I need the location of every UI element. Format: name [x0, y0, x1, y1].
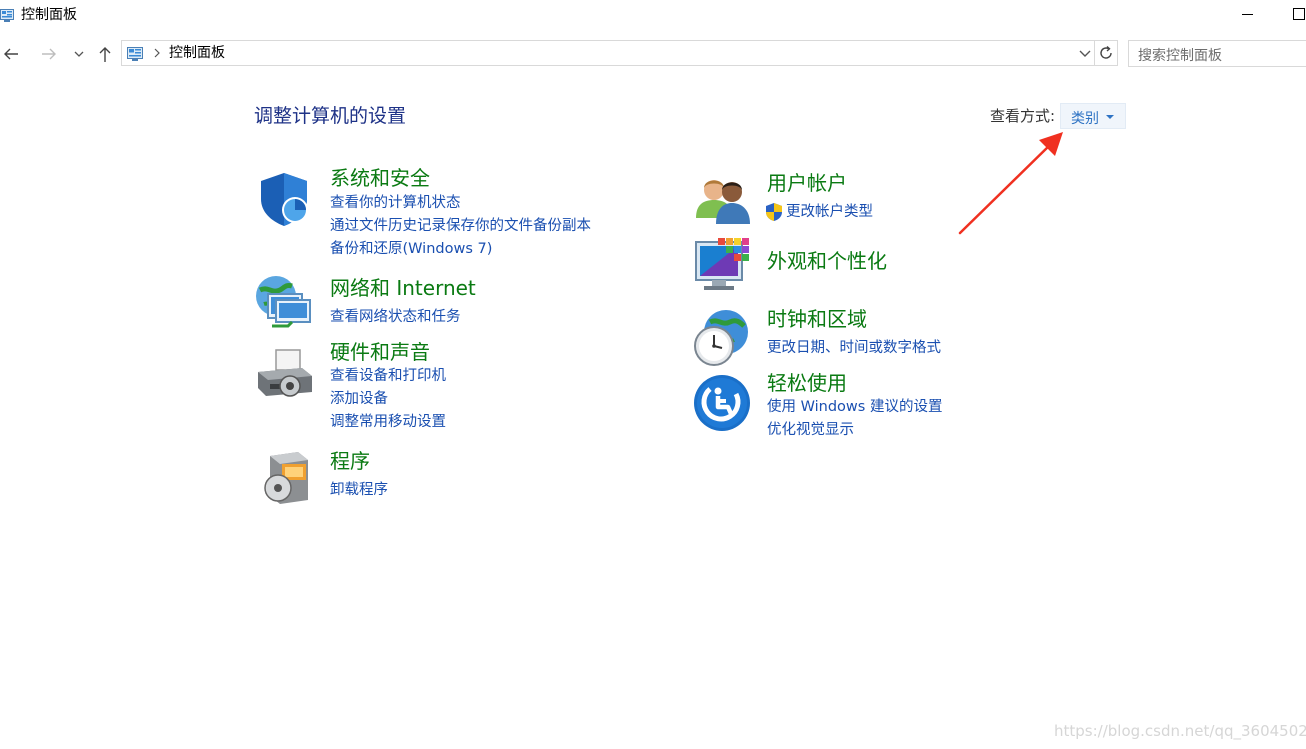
category-ease-of-access[interactable]: 轻松使用 — [767, 371, 847, 395]
link-uninstall-program[interactable]: 卸载程序 — [330, 481, 388, 499]
recent-locations-button[interactable] — [68, 42, 90, 66]
title-bar: 控制面板 — [0, 0, 1306, 30]
link-change-date-time-format[interactable]: 更改日期、时间或数字格式 — [767, 339, 941, 357]
network-globe-icon[interactable] — [254, 274, 312, 332]
page-title: 调整计算机的设置 — [254, 105, 407, 127]
link-network-status[interactable]: 查看网络状态和任务 — [330, 308, 461, 326]
link-change-account-type[interactable]: 更改帐户类型 — [786, 203, 873, 221]
annotation-arrow — [958, 132, 1063, 235]
address-history-dropdown[interactable] — [1077, 45, 1093, 61]
view-by-label: 查看方式: — [990, 107, 1056, 125]
link-view-computer-status[interactable]: 查看你的计算机状态 — [330, 194, 461, 212]
chevron-down-icon — [1106, 115, 1114, 119]
link-recommended-settings[interactable]: 使用 Windows 建议的设置 — [767, 398, 942, 416]
link-backup-restore[interactable]: 备份和还原(Windows 7) — [330, 240, 492, 258]
control-panel-icon — [127, 46, 143, 61]
clock-globe-icon[interactable] — [692, 308, 750, 366]
view-by-value: 类别 — [1071, 111, 1099, 127]
programs-icon[interactable] — [258, 448, 316, 506]
up-button[interactable] — [94, 42, 116, 66]
arrow-right-icon — [42, 48, 56, 60]
watermark: https://blog.csdn.net/qq_36045024 — [1054, 722, 1306, 740]
maximize-button[interactable] — [1292, 6, 1306, 20]
breadcrumb-chevron-icon[interactable] — [152, 45, 162, 61]
breadcrumb-control-panel[interactable]: 控制面板 — [169, 44, 225, 62]
category-system-security[interactable]: 系统和安全 — [330, 166, 430, 190]
link-add-device[interactable]: 添加设备 — [330, 390, 388, 408]
link-devices-printers[interactable]: 查看设备和打印机 — [330, 367, 446, 385]
category-clock-region[interactable]: 时钟和区域 — [767, 307, 867, 331]
appearance-monitor-icon[interactable] — [694, 236, 752, 294]
address-bar[interactable]: 控制面板 — [121, 40, 1095, 66]
category-appearance[interactable]: 外观和个性化 — [767, 249, 887, 273]
chevron-down-icon — [74, 51, 84, 57]
uac-shield-icon — [765, 202, 783, 222]
link-file-history-backup[interactable]: 通过文件历史记录保存你的文件备份副本 — [330, 217, 591, 235]
category-user-accounts[interactable]: 用户帐户 — [767, 171, 847, 195]
ease-of-access-icon[interactable] — [694, 374, 752, 432]
users-icon[interactable] — [694, 170, 752, 228]
view-by-dropdown[interactable]: 类别 — [1060, 103, 1126, 129]
chevron-down-icon — [1079, 50, 1091, 57]
refresh-button[interactable] — [1095, 40, 1118, 66]
link-optimize-visual-display[interactable]: 优化视觉显示 — [767, 421, 854, 439]
category-programs[interactable]: 程序 — [330, 449, 370, 473]
refresh-icon — [1100, 45, 1112, 59]
link-mobility-settings[interactable]: 调整常用移动设置 — [330, 413, 446, 431]
arrow-left-icon — [4, 48, 18, 60]
control-panel-icon — [0, 7, 14, 22]
minimize-button[interactable] — [1237, 2, 1259, 26]
category-hardware-sound[interactable]: 硬件和声音 — [330, 340, 430, 364]
forward-button[interactable] — [38, 42, 60, 66]
window-title: 控制面板 — [21, 7, 77, 23]
search-input[interactable]: 搜索控制面板 — [1128, 40, 1306, 67]
shield-icon[interactable] — [255, 170, 313, 228]
printer-icon[interactable] — [256, 346, 314, 404]
category-network-internet[interactable]: 网络和 Internet — [330, 276, 476, 300]
arrow-up-icon — [99, 47, 111, 62]
back-button[interactable] — [0, 42, 22, 66]
